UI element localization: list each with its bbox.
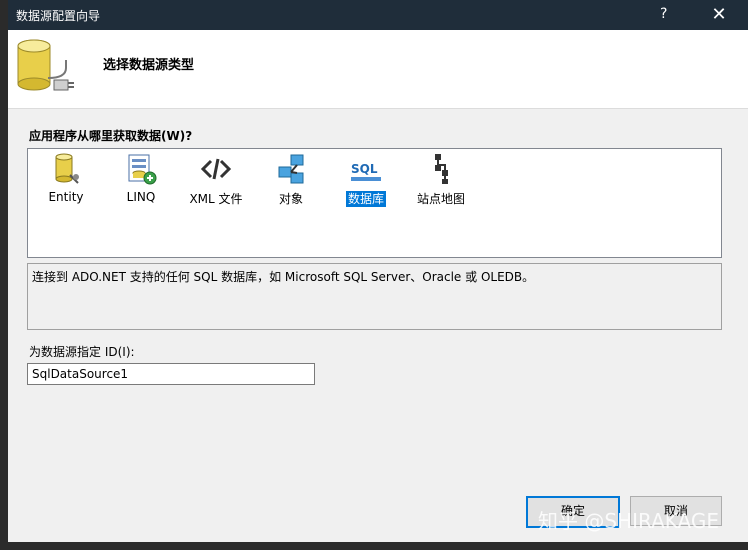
help-button[interactable]: ? (660, 6, 667, 22)
sitemap-icon (425, 153, 457, 185)
type-item-xml[interactable]: XML 文件 (181, 153, 251, 209)
type-label: 站点地图 (416, 192, 465, 206)
type-label: XML 文件 (189, 192, 243, 206)
type-label: LINQ (126, 190, 156, 204)
database-plug-icon (14, 38, 78, 101)
data-source-type-list[interactable]: Entity LINQ XML 文件 对象 SQL 数据库 站点地图 (27, 148, 722, 258)
source-question-label: 应用程序从哪里获取数据(W)? (29, 129, 193, 143)
header-title: 选择数据源类型 (103, 58, 195, 73)
type-label: 对象 (278, 192, 303, 206)
title-bar: 数据源配置向导 ? ✕ (8, 0, 748, 30)
watermark-text: 知乎 @SHIRAKAGE (538, 509, 719, 533)
description-box: 连接到 ADO.NET 支持的任何 SQL 数据库，如 Microsoft SQ… (27, 263, 722, 330)
wizard-header: 选择数据源类型 (8, 30, 748, 109)
close-button[interactable]: ✕ (704, 3, 734, 27)
type-item-linq[interactable]: LINQ (106, 153, 176, 209)
window-title: 数据源配置向导 (16, 9, 101, 23)
dialog-window: 数据源配置向导 ? ✕ 选择数据源类型 应用程序从哪里获取数据(W)? Enti… (8, 0, 748, 542)
object-icon (275, 153, 307, 185)
data-source-id-input[interactable] (27, 363, 315, 385)
type-label: Entity (48, 190, 84, 204)
linq-icon (125, 153, 157, 185)
type-label: 数据库 (345, 191, 386, 207)
type-item-sitemap[interactable]: 站点地图 (406, 153, 476, 209)
xml-file-icon (200, 153, 232, 185)
type-item-database[interactable]: SQL 数据库 (331, 153, 401, 209)
type-item-object[interactable]: 对象 (256, 153, 326, 209)
type-item-entity[interactable]: Entity (31, 153, 101, 209)
description-text: 连接到 ADO.NET 支持的任何 SQL 数据库，如 Microsoft SQ… (32, 270, 535, 284)
id-field-label: 为数据源指定 ID(I): (29, 345, 135, 359)
taskbar-strip (0, 542, 748, 550)
sql-database-icon: SQL (350, 153, 382, 185)
entity-database-icon (50, 153, 82, 185)
svg-text:SQL: SQL (351, 162, 378, 176)
